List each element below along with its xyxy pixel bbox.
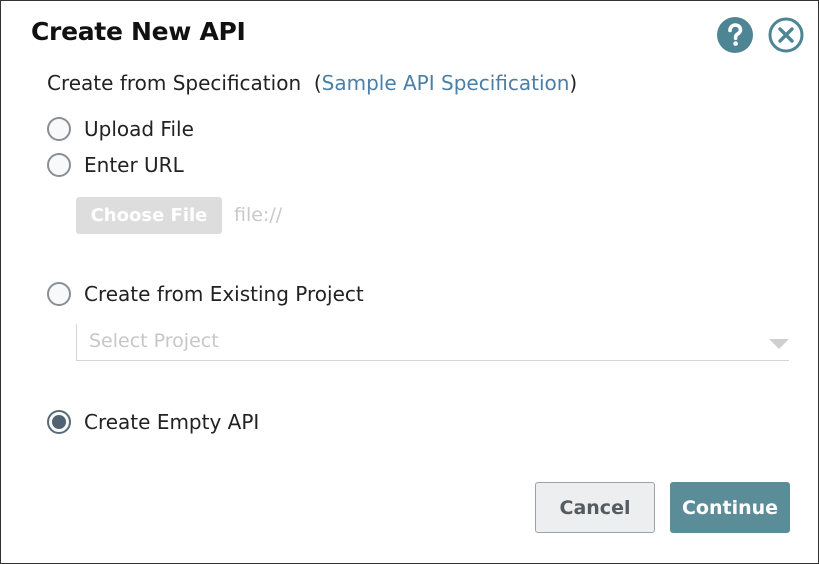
help-button[interactable] [717, 17, 753, 53]
existing-project-label: Create from Existing Project [84, 282, 364, 306]
spec-close-paren: ) [569, 71, 578, 95]
question-mark-icon [728, 23, 743, 46]
existing-project-radio[interactable] [47, 282, 71, 306]
sample-spec-link[interactable]: Sample API Specification [322, 71, 570, 95]
file-path-placeholder: file:// [234, 204, 283, 226]
spec-open-paren: ( [313, 71, 322, 95]
chevron-down-icon [769, 339, 789, 349]
select-project-dropdown[interactable]: Select Project [76, 324, 789, 361]
choose-file-button: Choose File [76, 197, 222, 234]
enter-url-option[interactable]: Enter URL [47, 152, 184, 178]
empty-api-option[interactable]: Create Empty API [47, 409, 259, 435]
spec-section-label: Create from Specification (Sample API Sp… [47, 71, 577, 95]
cancel-button[interactable]: Cancel [535, 482, 655, 533]
upload-file-radio[interactable] [47, 117, 71, 141]
enter-url-label: Enter URL [84, 153, 184, 177]
close-circle-icon [768, 17, 804, 53]
empty-api-radio[interactable] [47, 410, 71, 434]
close-button[interactable] [768, 17, 804, 53]
create-api-dialog: Create New API Create from Specification… [0, 0, 819, 564]
dialog-title: Create New API [31, 17, 246, 46]
upload-file-label: Upload File [84, 117, 194, 141]
upload-file-option[interactable]: Upload File [47, 116, 194, 142]
spec-label-text: Create from Specification [47, 71, 302, 95]
existing-project-option[interactable]: Create from Existing Project [47, 281, 364, 307]
empty-api-label: Create Empty API [84, 410, 260, 434]
enter-url-radio[interactable] [47, 153, 71, 177]
continue-button[interactable]: Continue [670, 482, 790, 533]
select-project-placeholder: Select Project [89, 330, 219, 352]
